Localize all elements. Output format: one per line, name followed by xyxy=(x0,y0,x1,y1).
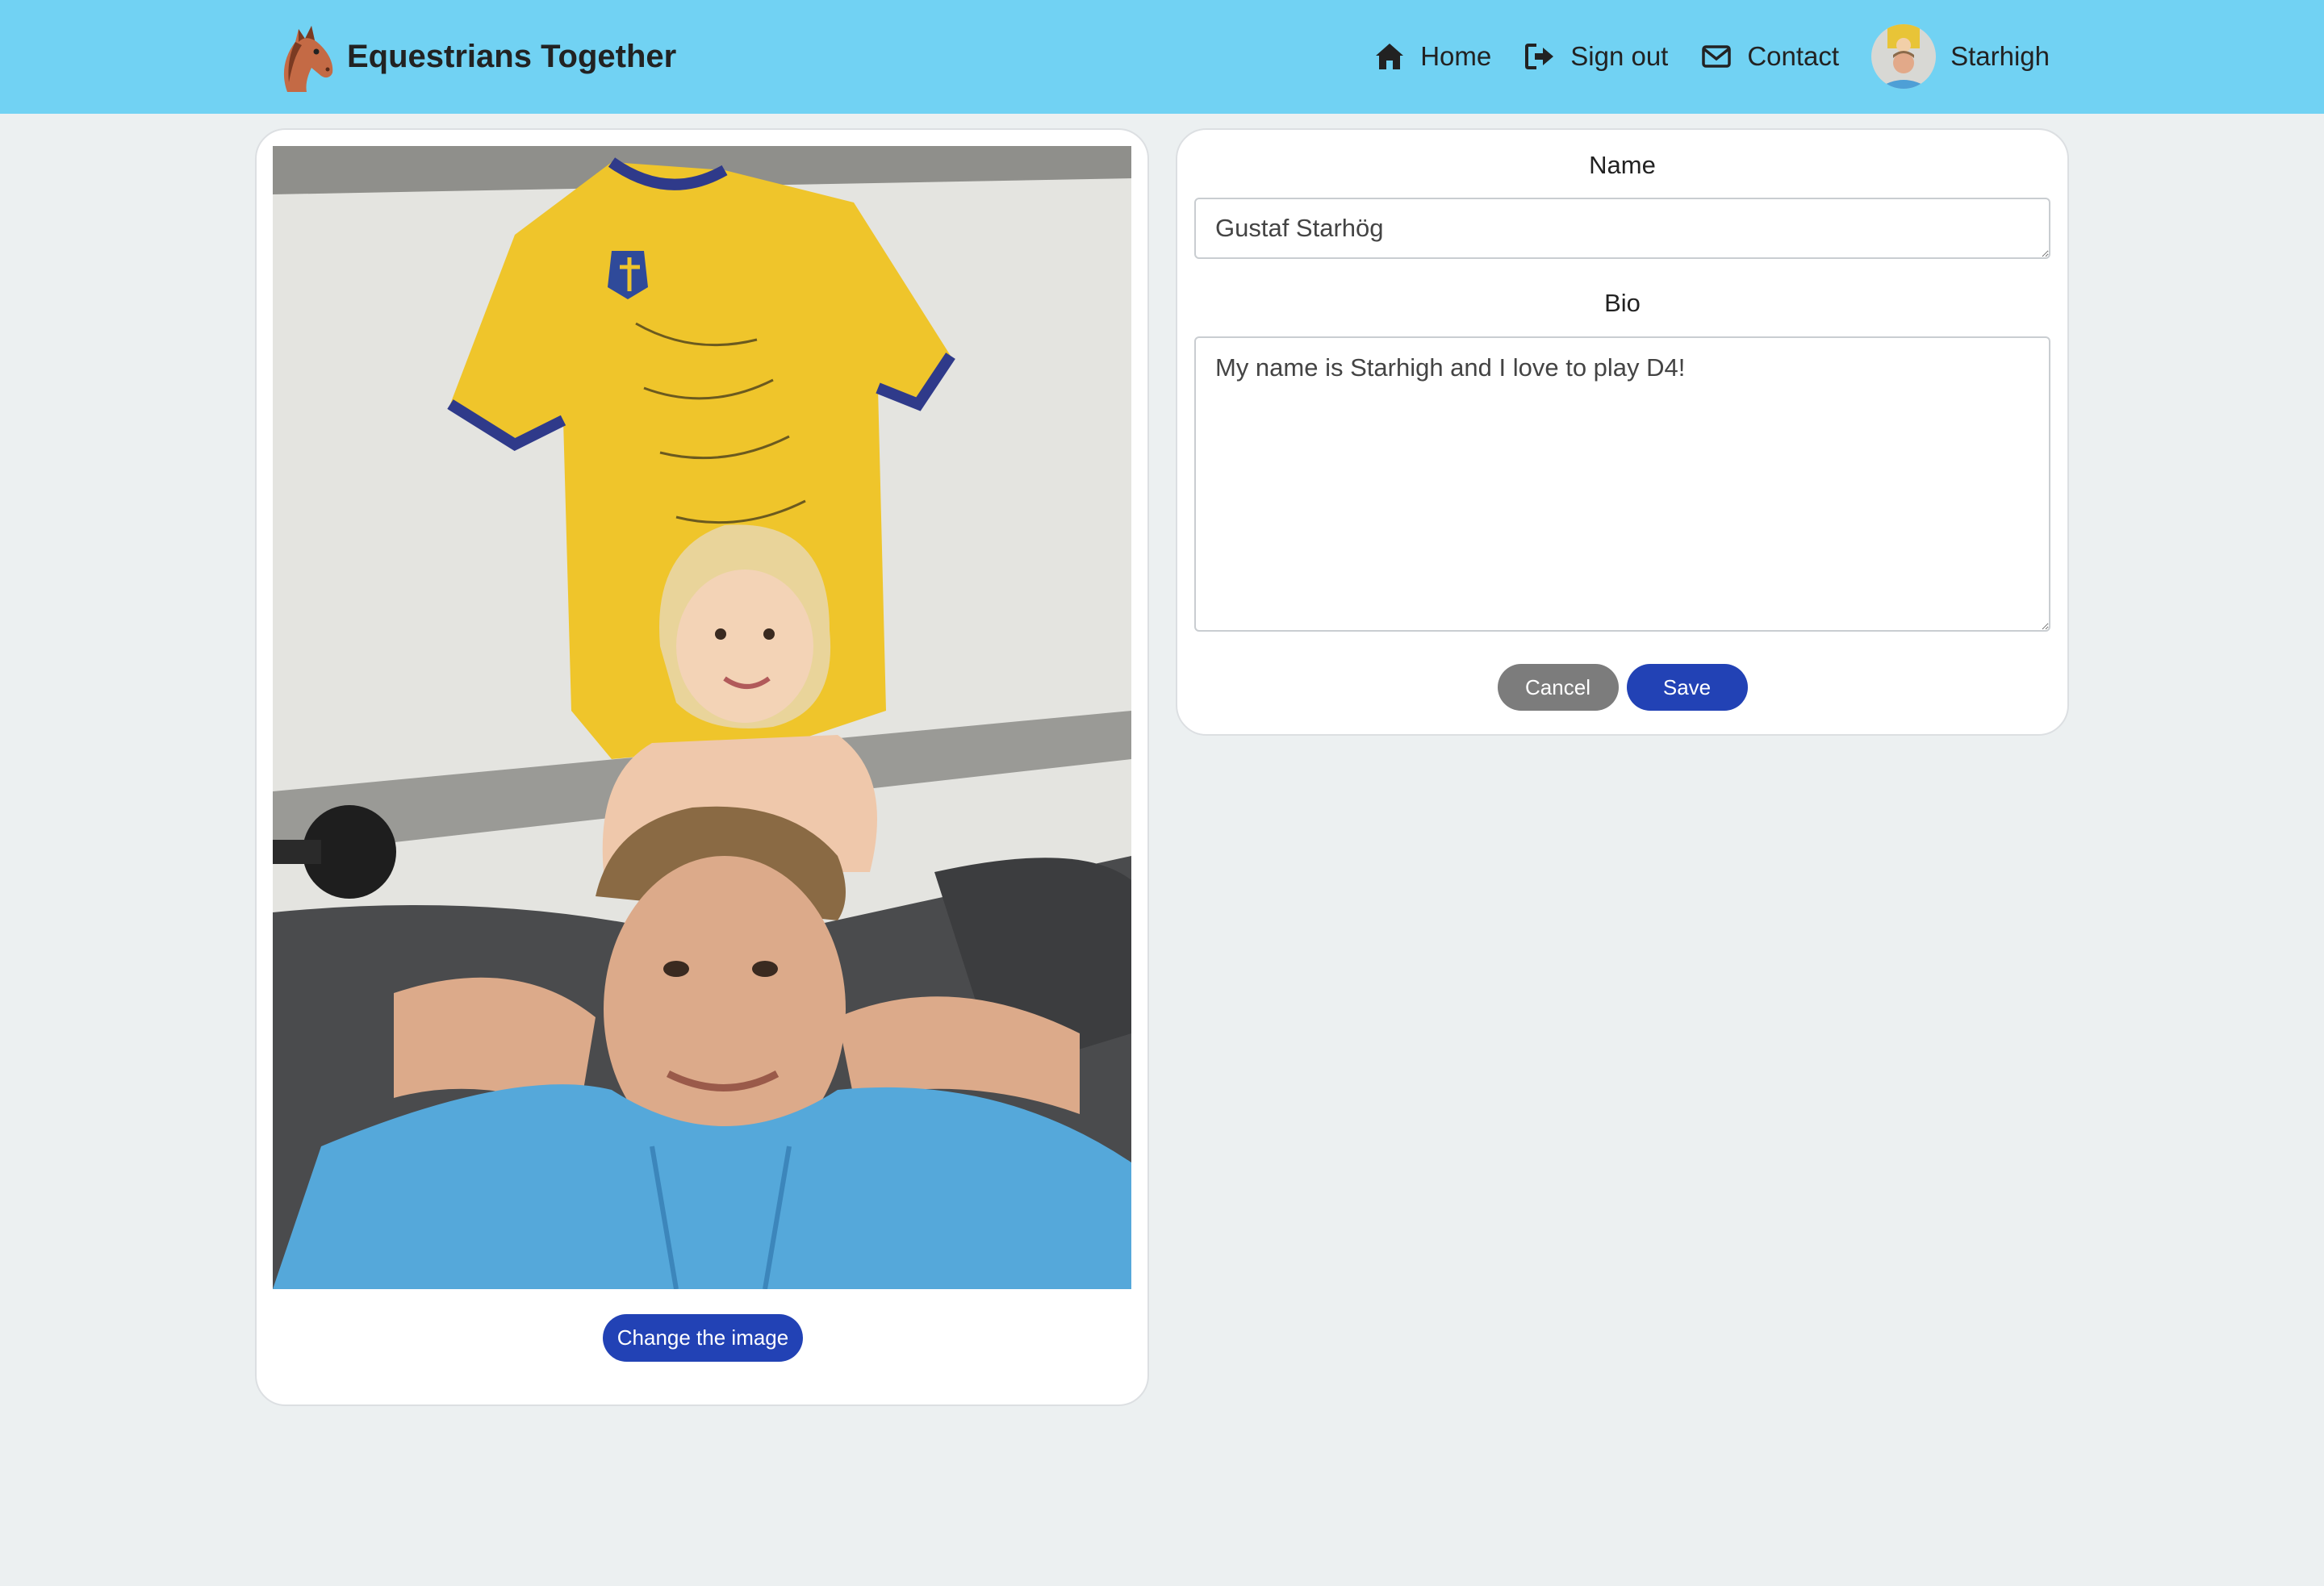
nav-links: Home Sign out Contact Starhigh xyxy=(1341,24,2050,89)
nav-user-profile-link[interactable]: Starhigh xyxy=(1871,24,2050,89)
nav-sign-out-label: Sign out xyxy=(1570,41,1669,71)
form-actions: Cancel Save xyxy=(1177,664,2067,711)
name-label: Name xyxy=(1589,151,1656,179)
brand-title: Equestrians Together xyxy=(347,38,677,74)
nav-home-label: Home xyxy=(1420,41,1492,71)
sign-out-icon xyxy=(1525,44,1554,69)
home-icon xyxy=(1376,44,1404,69)
bio-textarea[interactable]: My name is Starhigh and I love to play D… xyxy=(1194,336,2050,632)
bio-label: Bio xyxy=(1604,289,1641,317)
nav-user-name: Starhigh xyxy=(1950,41,2050,71)
name-input[interactable]: Gustaf Starhög xyxy=(1194,198,2050,259)
nav-home-link[interactable]: Home xyxy=(1373,40,1491,73)
change-image-button[interactable]: Change the image xyxy=(603,1314,803,1362)
nav-contact-link[interactable]: Contact xyxy=(1700,40,1839,73)
envelope-icon xyxy=(1702,45,1732,68)
profile-edit-form: Name Gustaf Starhög Bio My name is Starh… xyxy=(1176,128,2069,736)
profile-image-card: Change the image xyxy=(255,128,1149,1406)
horse-head-logo-icon xyxy=(283,26,333,92)
navbar: Equestrians Together Home Sign out Conta… xyxy=(0,0,2324,114)
profile-photo xyxy=(273,146,1131,1289)
brand-link[interactable]: Equestrians Together xyxy=(263,18,676,95)
save-button[interactable]: Save xyxy=(1626,664,1748,711)
nav-sign-out-link[interactable]: Sign out xyxy=(1524,40,1668,73)
cancel-button[interactable]: Cancel xyxy=(1497,664,1619,711)
user-avatar xyxy=(1871,24,1937,89)
avatar-photo xyxy=(1871,24,1937,89)
nav-contact-label: Contact xyxy=(1747,41,1840,71)
